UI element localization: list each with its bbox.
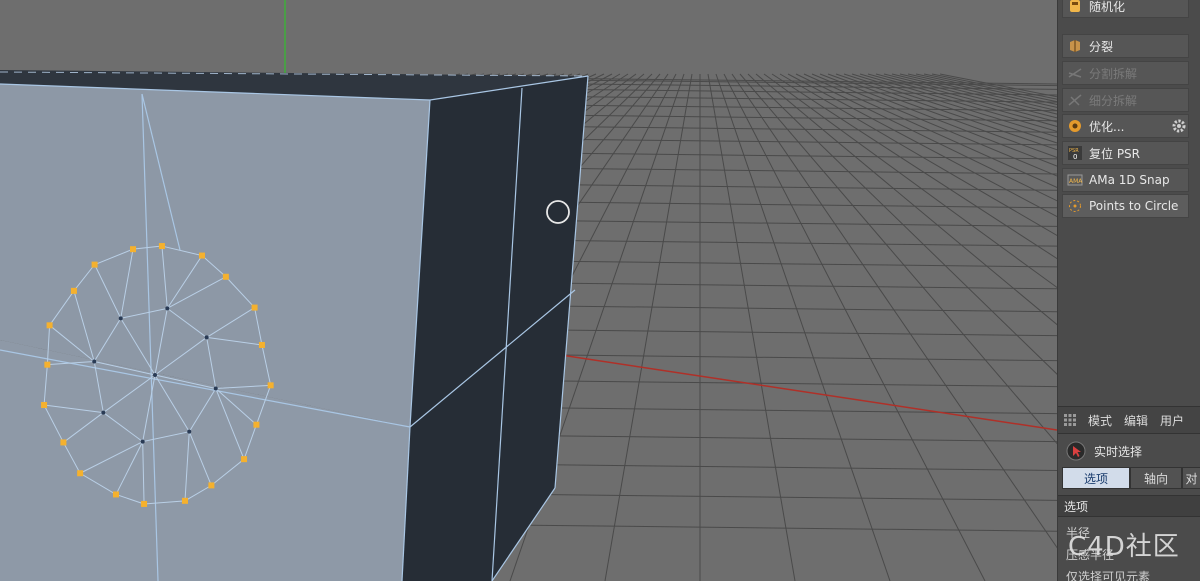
grid-line: [843, 73, 1057, 144]
snap-icon: AMA: [1067, 172, 1083, 188]
command-item[interactable]: 分裂: [1062, 34, 1189, 58]
tab-options[interactable]: 选项: [1062, 467, 1130, 489]
selected-point[interactable]: [181, 497, 188, 504]
inner-vertex: [92, 359, 97, 364]
selected-point[interactable]: [70, 287, 77, 294]
selected-point[interactable]: [41, 402, 48, 409]
command-label: 细分拆解: [1089, 93, 1138, 108]
attribute-manager-menubar: 模式 编辑 用户: [1058, 406, 1200, 434]
command-label: 分裂: [1089, 39, 1114, 54]
menu-edit[interactable]: 编辑: [1124, 412, 1148, 429]
points-circle-icon: [1067, 198, 1083, 214]
grid-line: [795, 73, 1057, 202]
grid-line: [851, 73, 1057, 138]
tab-symmetry[interactable]: 对: [1182, 467, 1200, 489]
selected-point[interactable]: [112, 491, 119, 498]
grid-line: [907, 73, 1057, 108]
svg-text:AMA: AMA: [1069, 178, 1083, 185]
selected-point[interactable]: [208, 482, 215, 489]
svg-text:0: 0: [1073, 153, 1077, 161]
selected-point[interactable]: [199, 252, 206, 259]
section-title: 选项: [1058, 495, 1200, 517]
cube-side-face[interactable]: [402, 76, 588, 581]
selected-point[interactable]: [158, 243, 165, 250]
command-item: 细分拆解: [1062, 88, 1189, 112]
command-label: 优化...: [1089, 119, 1125, 134]
randomize-icon: [1067, 0, 1083, 14]
inner-vertex: [153, 373, 157, 377]
command-label: 复位 PSR: [1089, 146, 1141, 161]
command-item[interactable]: Points to Circle: [1062, 194, 1189, 218]
menu-mode[interactable]: 模式: [1088, 412, 1112, 429]
grid-line: [899, 73, 1057, 112]
selected-point[interactable]: [258, 341, 265, 348]
grid-handle-icon[interactable]: [1064, 414, 1076, 426]
split-icon: [1067, 38, 1083, 54]
command-label: Points to Circle: [1089, 199, 1179, 213]
command-label: 随机化: [1089, 0, 1126, 14]
command-item[interactable]: AMA AMa 1D Snap: [1062, 168, 1189, 192]
viewport-canvas[interactable]: [0, 0, 1057, 581]
selected-point[interactable]: [91, 261, 98, 268]
tool-header: 实时选择: [1058, 436, 1200, 466]
grid-line: [771, 73, 1057, 260]
menu-user[interactable]: 用户: [1160, 412, 1184, 429]
inner-vertex: [187, 429, 192, 434]
3d-viewport[interactable]: [0, 0, 1057, 581]
grid-line: [707, 73, 796, 581]
command-item[interactable]: PSR 0 复位 PSR: [1062, 141, 1189, 165]
right-panel: 随机化分裂分割拆解细分拆解优化... PSR 0 复位 PSR AMA AMa 1D Sn…: [1057, 0, 1200, 581]
tab-axis[interactable]: 轴向: [1130, 467, 1182, 489]
inner-vertex: [118, 316, 123, 321]
watermark-text: C4D社区: [1068, 532, 1180, 562]
command-item: 分割拆解: [1062, 61, 1189, 85]
command-item[interactable]: 随机化: [1062, 0, 1189, 18]
settings-gear-icon[interactable]: [1171, 118, 1187, 134]
selected-point[interactable]: [251, 304, 258, 311]
inner-vertex: [213, 386, 218, 391]
grid-line: [867, 73, 1057, 127]
attribute-tabs: 选项 轴向 对: [1062, 467, 1200, 489]
disconnect-icon: [1067, 65, 1083, 81]
reset-psr-icon: PSR 0: [1067, 145, 1083, 161]
prop-visible-only[interactable]: 仅选择可见元素: [1066, 568, 1150, 581]
selected-point[interactable]: [241, 456, 248, 463]
grid-line: [604, 73, 693, 581]
selected-point[interactable]: [44, 361, 51, 368]
optimize-icon: [1067, 118, 1083, 134]
selected-point[interactable]: [253, 421, 260, 428]
inner-vertex: [101, 410, 106, 415]
grid-line: [715, 73, 891, 581]
inner-vertex: [140, 439, 145, 444]
tool-title: 实时选择: [1094, 444, 1143, 459]
grid-line: [875, 73, 1057, 123]
live-selection-icon: [1066, 441, 1086, 461]
selected-point[interactable]: [46, 322, 53, 329]
selected-point[interactable]: [222, 273, 229, 280]
grid-line: [811, 73, 1057, 177]
command-item[interactable]: 优化...: [1062, 114, 1189, 138]
selected-point[interactable]: [77, 470, 84, 477]
selected-point[interactable]: [267, 382, 274, 389]
grid-line: [747, 73, 1057, 375]
grid-line: [819, 73, 1057, 167]
inner-vertex: [204, 335, 209, 340]
selected-point[interactable]: [130, 246, 137, 253]
command-label: AMa 1D Snap: [1089, 173, 1170, 187]
grid-line: [731, 73, 1057, 549]
command-label: 分割拆解: [1089, 66, 1138, 81]
inner-vertex: [165, 306, 170, 311]
selected-point[interactable]: [141, 500, 148, 507]
subdivide-icon: [1067, 92, 1083, 108]
grid-line: [827, 73, 1057, 158]
grid-line: [723, 73, 986, 581]
selected-point[interactable]: [60, 439, 67, 446]
